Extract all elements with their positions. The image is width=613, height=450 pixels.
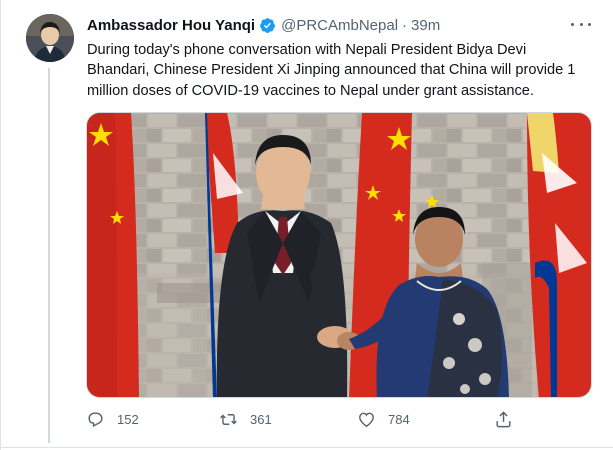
retweet-button[interactable]: 361 — [219, 408, 272, 430]
tweet-photo[interactable] — [86, 112, 592, 398]
avatar-image — [26, 14, 74, 62]
frame-border-left — [0, 0, 1, 450]
more-dots-icon[interactable] — [571, 14, 591, 34]
author-handle[interactable]: @PRCAmbNepal — [281, 17, 398, 34]
photo-illustration — [87, 113, 591, 397]
like-count: 784 — [388, 411, 410, 427]
reply-icon — [88, 411, 103, 427]
reply-button[interactable]: 152 — [86, 408, 139, 430]
author-name[interactable]: Ambassador Hou Yanqi — [87, 17, 255, 34]
avatar[interactable] — [26, 14, 74, 62]
tweet-text: During today's phone conversation with N… — [87, 42, 576, 99]
retweet-icon — [220, 413, 237, 425]
tweet-timestamp[interactable]: 39m — [411, 17, 440, 34]
retweet-count: 361 — [250, 411, 272, 427]
tweet-header: Ambassador Hou Yanqi @PRCAmbNepal · 39m — [87, 15, 593, 35]
thread-line — [48, 68, 50, 443]
like-button[interactable]: 784 — [357, 408, 410, 430]
frame-border-bottom — [0, 447, 613, 448]
verified-badge-icon — [260, 17, 276, 33]
heart-icon — [359, 412, 374, 427]
tweet-actions: 152 361 784 — [86, 408, 516, 430]
separator-dot: · — [402, 16, 408, 34]
reply-count: 152 — [117, 411, 139, 427]
share-icon — [496, 410, 511, 427]
share-button[interactable] — [494, 408, 525, 430]
